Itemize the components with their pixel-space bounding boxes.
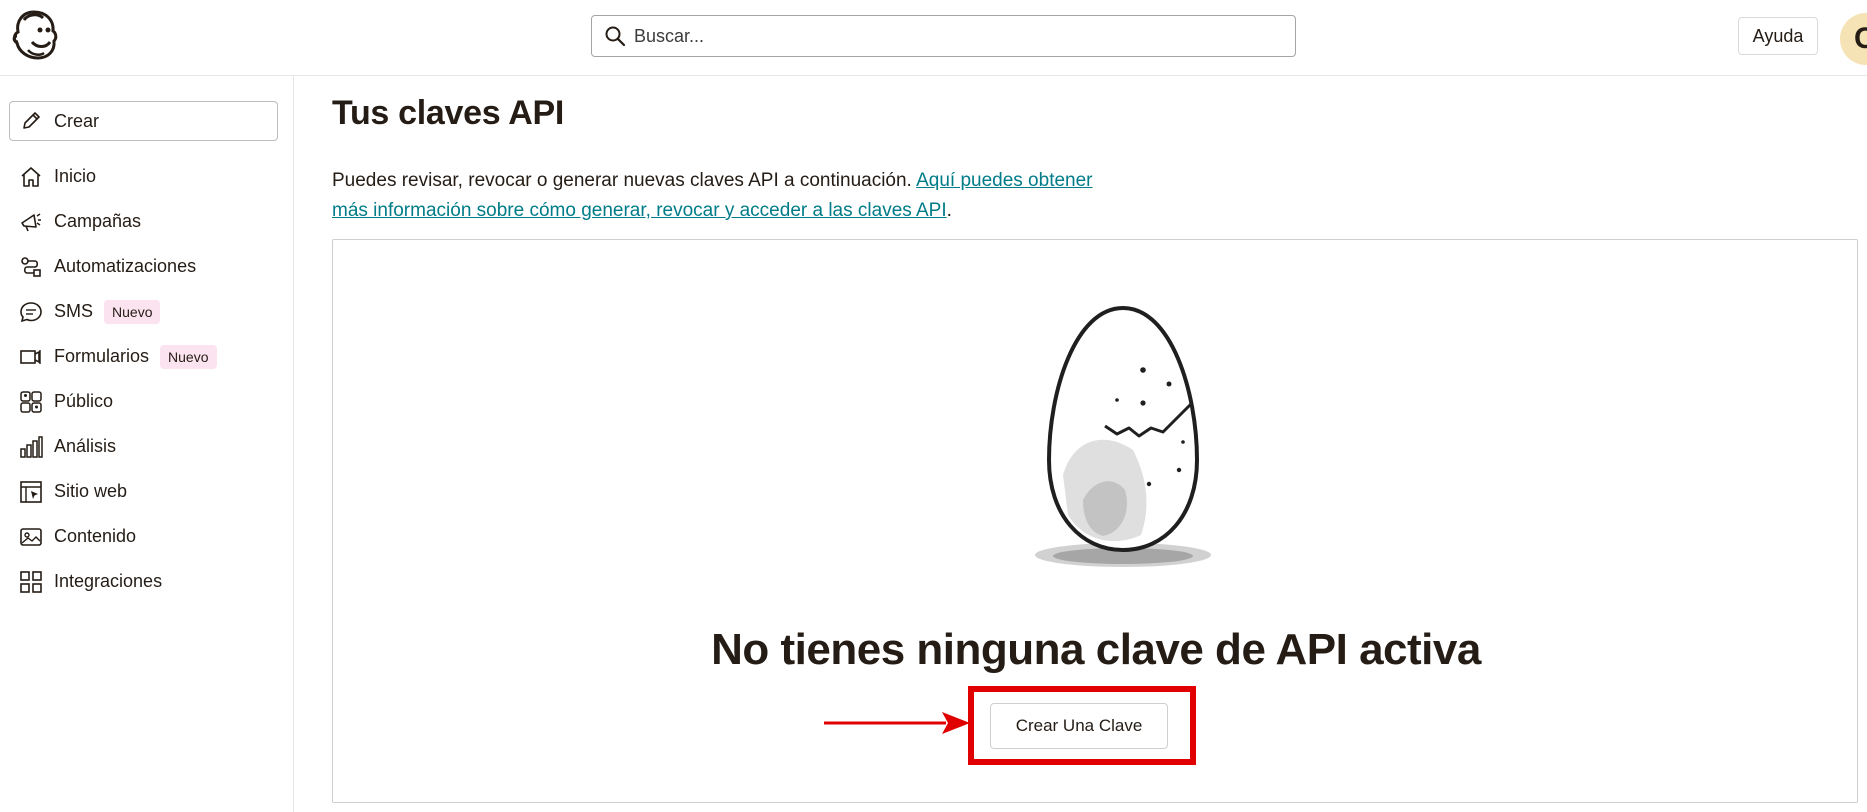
sidebar-item-automatizaciones[interactable]: Automatizaciones — [0, 244, 294, 289]
home-icon — [21, 166, 41, 187]
sidebar-item-label: Integraciones — [54, 571, 163, 591]
create-button[interactable]: Crear — [9, 101, 278, 141]
search-bar[interactable] — [591, 15, 1296, 57]
cracked-egg-illustration — [1035, 305, 1211, 567]
page-title: Tus claves API — [332, 94, 565, 132]
new-badge: Nuevo — [104, 299, 161, 324]
sidebar-item-campanas[interactable]: Campañas — [0, 199, 294, 244]
automation-flow-icon — [21, 256, 41, 277]
search-icon — [605, 26, 626, 47]
sidebar-item-publico[interactable]: Público — [0, 379, 294, 424]
sidebar-item-label: Análisis — [54, 436, 117, 456]
chat-bubble-icon — [20, 301, 42, 322]
megaphone-icon — [21, 212, 41, 231]
sidebar-item-integraciones[interactable]: Integraciones — [0, 559, 294, 604]
avatar[interactable]: C — [1840, 13, 1867, 65]
pencil-icon — [23, 112, 40, 129]
website-icon — [20, 480, 42, 503]
sidebar-item-label: Formularios — [54, 346, 150, 366]
mailchimp-logo-icon[interactable] — [10, 8, 60, 62]
new-badge: Nuevo — [160, 344, 217, 369]
sidebar-item-label: Sitio web — [54, 481, 128, 501]
sidebar-item-formularios[interactable]: Formularios Nuevo — [0, 334, 294, 379]
sidebar-item-label: Público — [54, 391, 114, 411]
intro-text: Puedes revisar, revocar o generar nuevas… — [332, 170, 917, 191]
sidebar-item-inicio[interactable]: Inicio — [0, 154, 294, 199]
sidebar-item-label: Campañas — [54, 211, 142, 231]
top-bar: Ayuda C — [0, 0, 1867, 76]
audience-icon — [20, 390, 42, 413]
sidebar-item-label: Automatizaciones — [54, 256, 197, 276]
sidebar-item-sitio-web[interactable]: Sitio web — [0, 469, 294, 514]
create-button-label: Crear — [54, 110, 100, 131]
sidebar-item-sms[interactable]: SMS Nuevo — [0, 289, 294, 334]
integrations-grid-icon — [20, 570, 42, 593]
main-content: Tus claves API Puedes revisar, revocar o… — [294, 76, 1867, 812]
intro-end: . — [946, 200, 952, 221]
search-input[interactable] — [634, 25, 1274, 47]
avatar-initial: C — [1854, 22, 1867, 55]
sidebar-item-label: SMS — [54, 301, 94, 321]
sidebar-item-label: Inicio — [54, 166, 97, 186]
sidebar-nav: Inicio Campañas Automatizaciones SMS Nue… — [0, 154, 294, 604]
sidebar-item-analisis[interactable]: Análisis — [0, 424, 294, 469]
help-button[interactable]: Ayuda — [1738, 17, 1818, 55]
content-icon — [20, 527, 42, 546]
annotation-arrow-icon — [824, 712, 970, 734]
create-api-key-button[interactable]: Crear Una Clave — [990, 703, 1168, 749]
intro-paragraph: Puedes revisar, revocar o generar nuevas… — [332, 166, 1132, 226]
sidebar-item-contenido[interactable]: Contenido — [0, 514, 294, 559]
empty-state-title: No tienes ninguna clave de API activa — [711, 625, 1481, 674]
form-icon — [20, 349, 41, 364]
sidebar-item-label: Contenido — [54, 526, 137, 546]
bar-chart-icon — [20, 435, 43, 458]
sidebar: Crear Inicio Campañas Automatizaciones S… — [0, 76, 294, 812]
api-keys-empty-panel: No tienes ninguna clave de API activa Cr… — [332, 239, 1858, 803]
